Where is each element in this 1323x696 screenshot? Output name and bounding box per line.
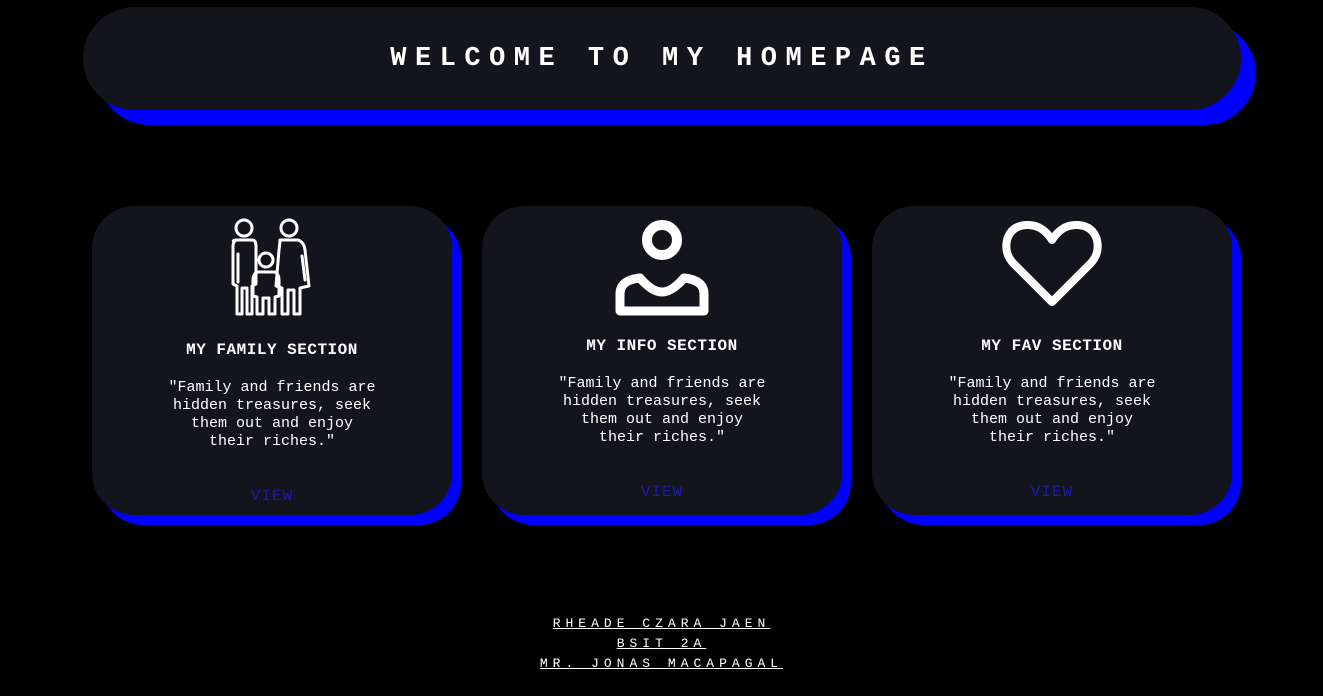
card-title: MY FAMILY SECTION: [186, 341, 358, 359]
card-quote: "Family and friends are hidden treasures…: [168, 379, 376, 450]
card-title: MY INFO SECTION: [586, 337, 738, 355]
page-footer: RHEADE CZARA JAEN BSIT 2A MR. JONAS MACA…: [0, 614, 1323, 674]
fav-section-card: MY FAV SECTION "Family and friends are h…: [872, 206, 1232, 515]
user-icon: [615, 220, 709, 316]
card-title: MY FAV SECTION: [981, 337, 1123, 355]
author-name: RHEADE CZARA JAEN: [552, 616, 771, 631]
page-title: WELCOME TO MY HOMEPAGE: [390, 43, 934, 74]
info-section-card: MY INFO SECTION "Family and friends are …: [482, 206, 842, 515]
fav-view-link[interactable]: VIEW: [872, 483, 1232, 501]
page-header: WELCOME TO MY HOMEPAGE: [83, 7, 1241, 110]
family-view-link[interactable]: VIEW: [92, 487, 452, 505]
card-quote: "Family and friends are hidden treasures…: [948, 375, 1156, 446]
card-quote: "Family and friends are hidden treasures…: [558, 375, 766, 446]
info-view-link[interactable]: VIEW: [482, 483, 842, 501]
family-section-card: MY FAMILY SECTION "Family and friends ar…: [92, 206, 452, 515]
author-section: BSIT 2A: [616, 636, 707, 651]
instructor-name: MR. JONAS MACAPAGAL: [539, 656, 784, 671]
heart-icon: [1002, 220, 1102, 306]
family-icon: [231, 218, 311, 316]
